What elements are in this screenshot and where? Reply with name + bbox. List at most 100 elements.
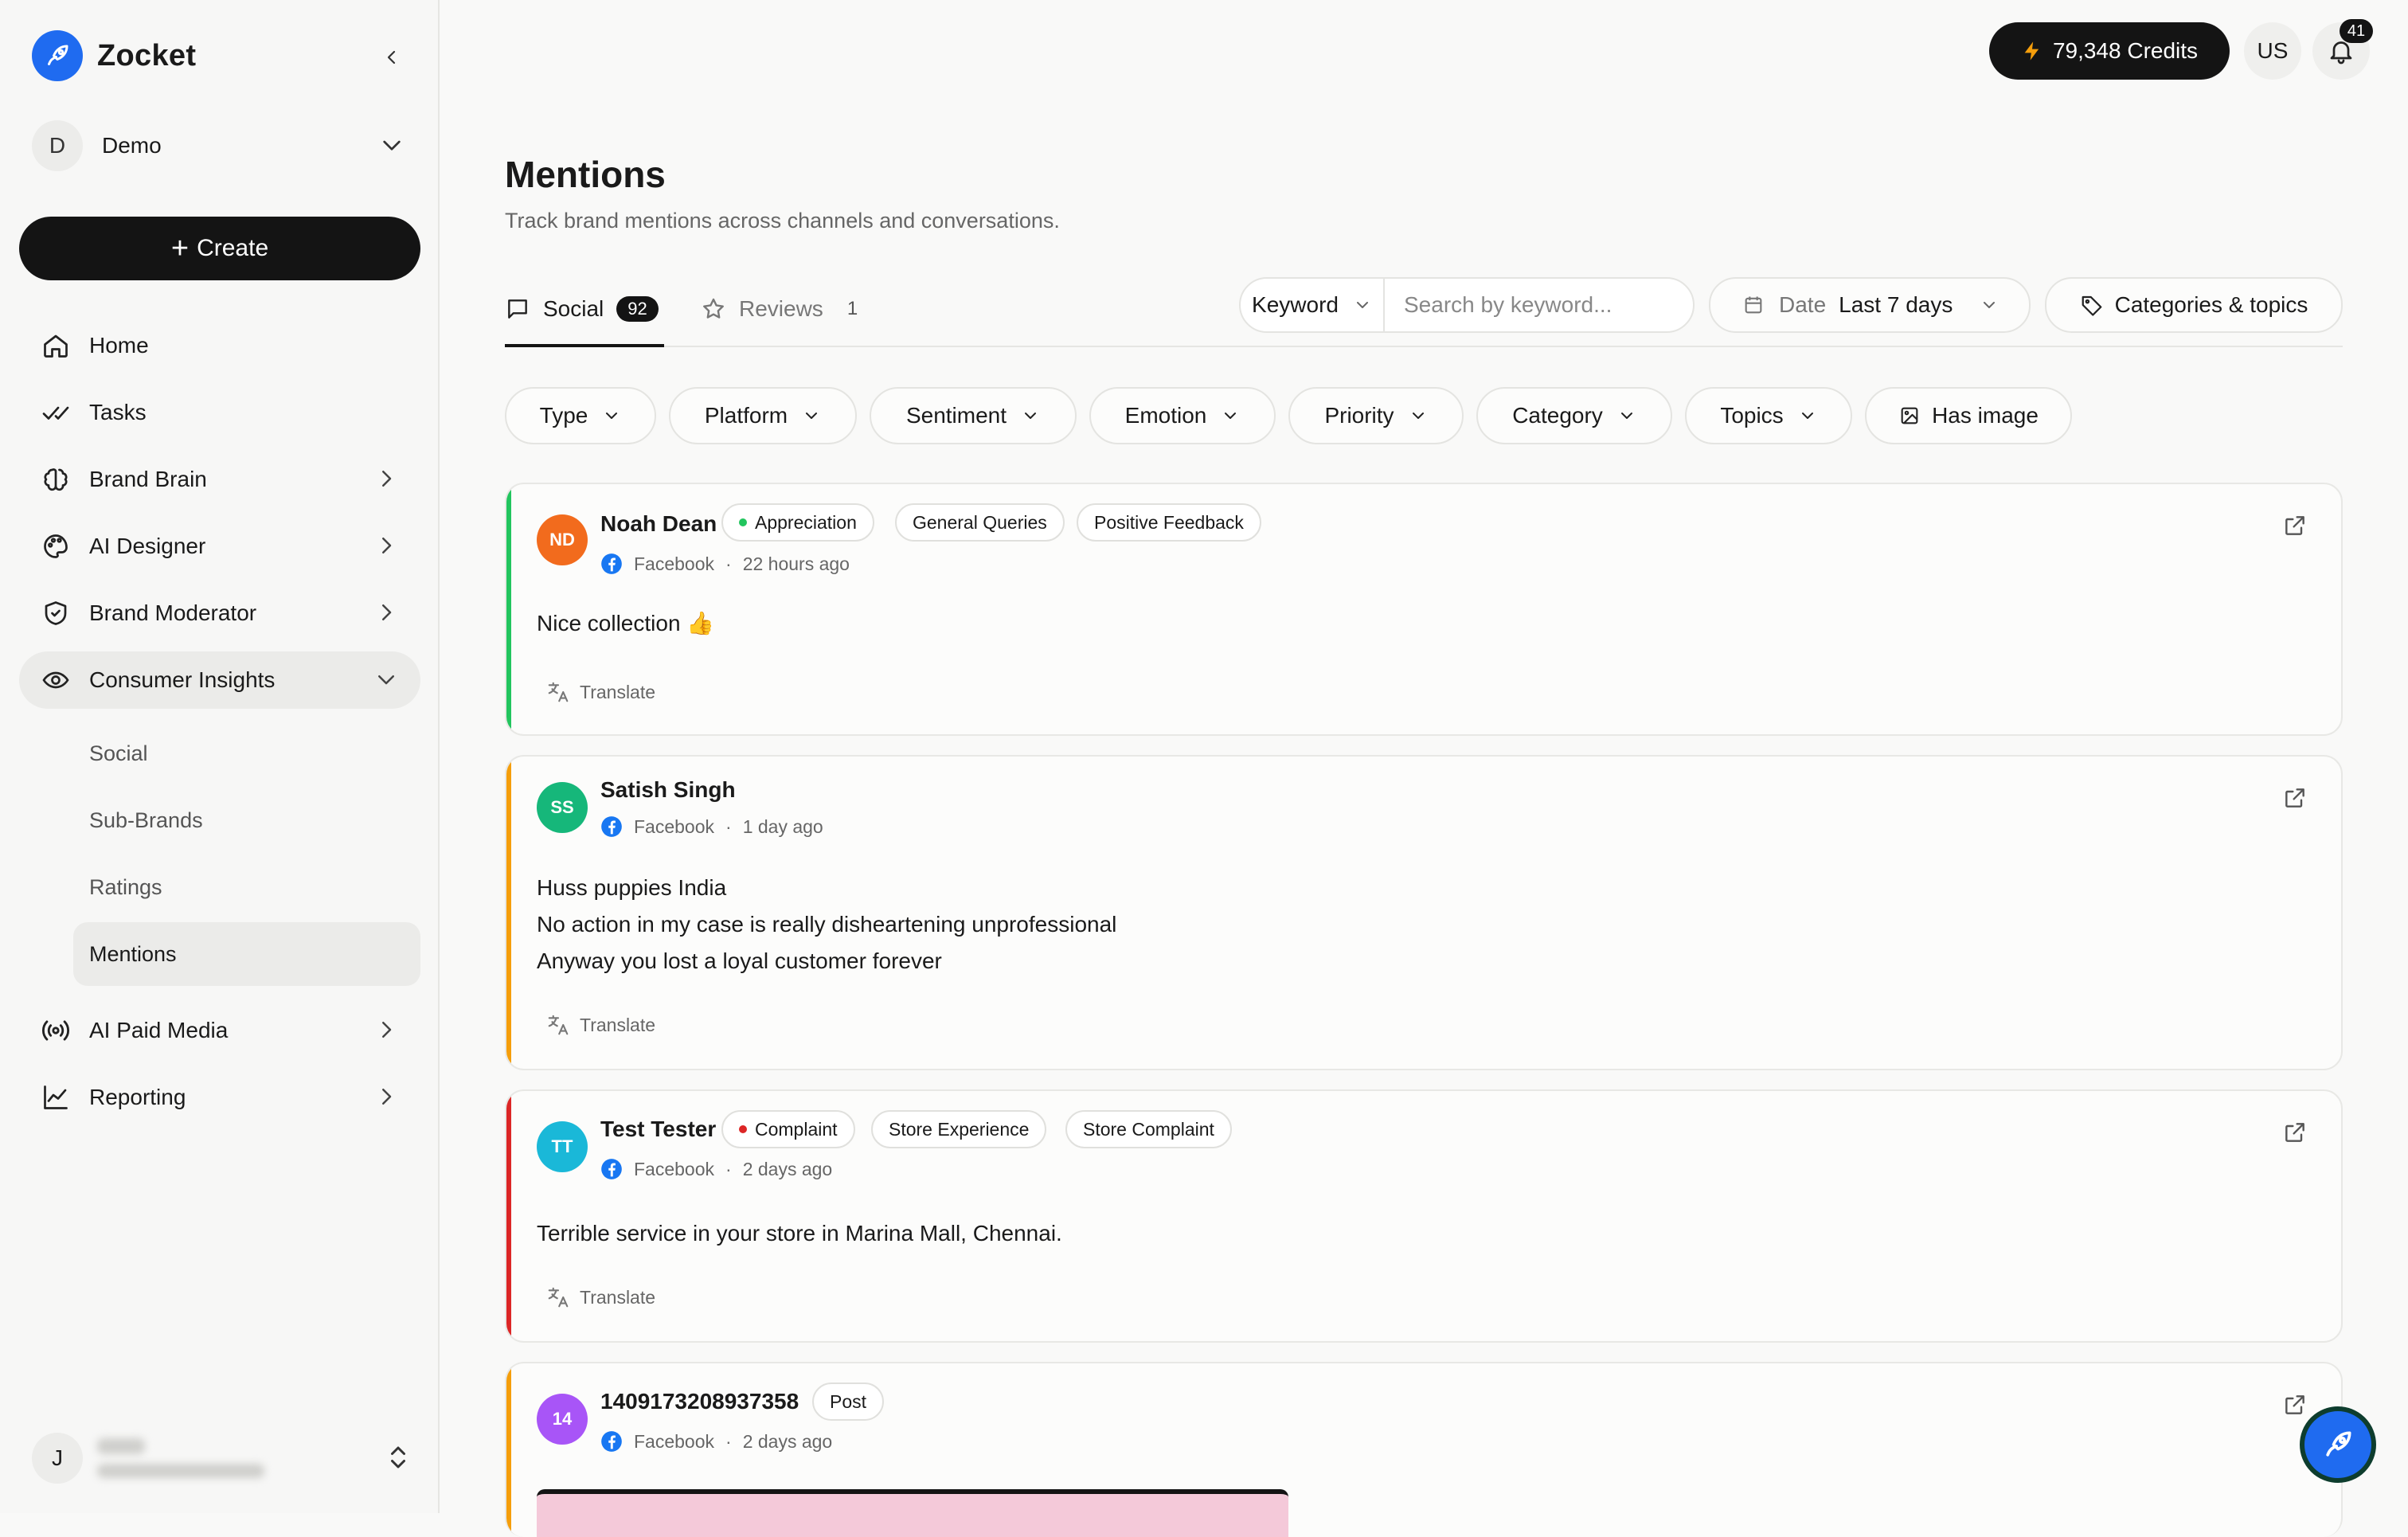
author-avatar: SS [537,782,588,833]
user-menu[interactable]: J [32,1430,412,1486]
chevron-right-icon [382,471,392,487]
chevron-down-icon [1984,302,1996,308]
facebook-icon [601,1159,622,1179]
translate-button[interactable]: Translate [546,680,655,704]
mention-card[interactable]: ND Noah Dean Appreciation General Querie… [505,483,2343,736]
chevron-down-icon [378,675,394,685]
sidebar-subitem-social[interactable]: Social [73,722,420,785]
sidebar-subitem-ratings[interactable]: Ratings [73,855,420,919]
external-link-icon [2285,1395,2304,1414]
filter-label: Emotion [1124,403,1207,428]
sidebar-subitem-sub-brands[interactable]: Sub-Brands [73,788,420,852]
sidebar-item-brand-brain[interactable]: Brand Brain [19,451,420,508]
sidebar-item-consumer-insights[interactable]: Consumer Insights [19,651,420,709]
post-image[interactable] [537,1489,1288,1537]
tabs-divider [505,346,2343,347]
filter-category[interactable]: Category [1476,387,1672,444]
sentiment-accent [506,757,511,1069]
credits-label: 79,348 Credits [2052,38,2199,63]
sidebar-item-label: Home [89,333,149,358]
brain-icon [40,463,72,495]
filter-sentiment[interactable]: Sentiment [870,387,1077,444]
mention-card[interactable]: 14 1409173208937358 Post Facebook · 2 da… [505,1362,2343,1537]
separator-dot: · [725,553,732,574]
open-external-button[interactable] [2279,1117,2311,1148]
message-square-icon [508,299,527,319]
chevron-right-icon [382,1089,392,1105]
filter-emotion[interactable]: Emotion [1089,387,1276,444]
rocket-icon [2326,1431,2351,1457]
translate-icon [548,1015,569,1035]
mention-text: Nice collection 👍 [537,605,714,642]
mention-time: 2 days ago [742,1158,833,1179]
filter-platform[interactable]: Platform [669,387,857,444]
image-icon [1901,407,1918,424]
search-mode-select[interactable]: Keyword [1241,279,1385,331]
tag-chip: Complaint [721,1110,855,1148]
region-label: US [2257,38,2289,63]
mention-text: Huss puppies India No action in my case … [537,870,1116,980]
filter-type[interactable]: Type [505,387,656,444]
search-input[interactable] [1385,279,1693,331]
create-label: Create [197,235,269,261]
region-button[interactable]: US [2244,22,2301,80]
tag-icon [2082,295,2101,316]
sidebar-item-ai-paid-media[interactable]: AI Paid Media [19,1002,420,1059]
assistant-fab-button[interactable] [2300,1406,2376,1483]
tag-chip: Appreciation [721,503,874,542]
keyword-search: Keyword [1239,277,1695,333]
credits-button[interactable]: 79,348 Credits [1989,22,2230,80]
sidebar-item-tasks[interactable]: Tasks [19,384,420,441]
mention-card[interactable]: SS Satish Singh Facebook · 1 day ago Hus… [505,755,2343,1070]
categories-topics-button[interactable]: Categories & topics [2045,277,2343,333]
tab-social[interactable]: Social 92 [505,287,659,331]
sidebar-subitem-mentions[interactable]: Mentions [73,922,420,986]
notifications-button[interactable]: 41 [2312,19,2373,80]
sidebar-item-reporting[interactable]: Reporting [19,1069,420,1126]
translate-button[interactable]: Translate [546,1013,655,1037]
platform-name: Facebook [634,553,715,574]
chevron-down-icon [383,140,401,151]
create-button[interactable]: + Create [19,217,420,280]
open-external-button[interactable] [2279,510,2311,542]
tag-label: Post [830,1390,867,1412]
author-name: 1409173208937358 [600,1389,799,1414]
chevron-down-icon [1025,413,1037,419]
sidebar-item-ai-designer[interactable]: AI Designer [19,518,420,575]
workspace-avatar: D [32,120,83,171]
filter-has-image[interactable]: Has image [1865,387,2072,444]
sidebar-item-home[interactable]: Home [19,317,420,374]
categories-topics-label: Categories & topics [2114,292,2308,317]
author-avatar: 14 [537,1394,588,1445]
collapse-sidebar-button[interactable] [374,40,409,75]
tag-chip: Store Complaint [1065,1110,1232,1148]
separator-dot: · [725,815,732,837]
date-filter[interactable]: Date Last 7 days [1709,277,2031,333]
sidebar-item-label: AI Designer [89,534,206,558]
tab-reviews[interactable]: Reviews 1 [701,287,858,331]
lightning-icon [2024,41,2039,61]
filter-priority[interactable]: Priority [1288,387,1464,444]
filter-topics[interactable]: Topics [1685,387,1852,444]
page-subtitle: Track brand mentions across channels and… [505,209,1060,233]
translate-label: Translate [580,1014,656,1035]
brand[interactable]: Zocket [32,30,196,81]
mention-card[interactable]: TT Test Tester Complaint Store Experienc… [505,1089,2343,1343]
open-external-button[interactable] [2279,1389,2311,1421]
translate-button[interactable]: Translate [546,1285,655,1309]
chevron-down-icon [1356,302,1368,308]
platform-name: Facebook [634,815,715,837]
chevron-down-icon [1620,413,1632,419]
chevron-left-icon [387,50,396,65]
tag-chip: Post [812,1383,885,1421]
tab-count-badge: 92 [616,296,659,322]
tab-label: Reviews [739,296,823,321]
sidebar-item-label: Brand Brain [89,467,207,491]
sentiment-accent [506,1363,511,1537]
workspace-switcher[interactable]: D Demo [32,119,412,172]
sidebar-item-brand-moderator[interactable]: Brand Moderator [19,585,420,642]
chevron-right-icon [382,538,392,553]
open-external-button[interactable] [2279,782,2311,814]
tab-count: 1 [846,298,858,319]
mention-time: 1 day ago [742,815,823,837]
